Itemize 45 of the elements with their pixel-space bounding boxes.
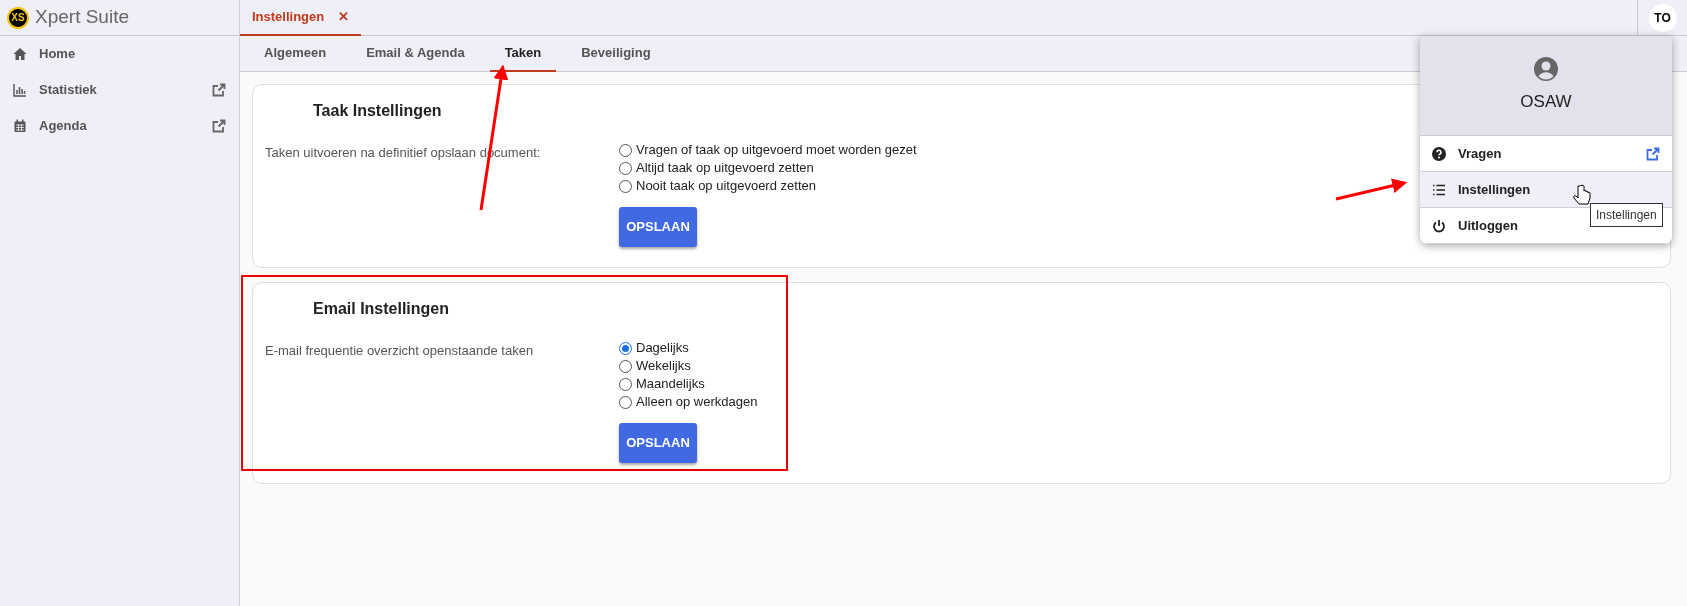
close-button[interactable]: ✕ xyxy=(338,7,350,27)
user-icon xyxy=(1534,56,1558,81)
sidebar-item-label: Statistiek xyxy=(39,81,98,100)
sidebar-item-label: Agenda xyxy=(39,117,88,136)
radio-option[interactable]: Nooit taak op uitgevoerd zetten xyxy=(619,177,917,195)
sidebar-item[interactable]: Agenda xyxy=(0,108,239,144)
external-link-icon[interactable] xyxy=(1646,146,1660,161)
tab[interactable]: Email & Agenda xyxy=(351,36,480,72)
save-button[interactable]: OPSLAAN xyxy=(619,207,697,247)
sidebar-item-label: Home xyxy=(39,45,77,64)
external-link-icon[interactable] xyxy=(212,83,226,97)
radio-option[interactable]: Maandelijks xyxy=(619,375,758,393)
tab-label: Instellingen xyxy=(252,8,325,27)
radio-option[interactable]: Altijd taak op uitgevoerd zetten xyxy=(619,159,917,177)
menu-item-label: Uitloggen xyxy=(1458,216,1518,235)
hand-cursor-icon xyxy=(1573,184,1591,205)
home-icon xyxy=(13,47,27,61)
setting-label: E-mail frequentie overzicht openstaande taken xyxy=(265,342,535,360)
list-icon xyxy=(1432,182,1446,197)
radio-option[interactable]: Wekelijks xyxy=(619,357,758,375)
radio-option[interactable]: Dagelijks xyxy=(619,339,758,357)
menu-item-label: Vragen xyxy=(1458,144,1502,163)
user-avatar[interactable]: TO xyxy=(1648,3,1677,32)
tab[interactable]: Algemeen xyxy=(249,36,342,72)
app-title: Xpert Suite xyxy=(35,5,129,30)
tab[interactable]: Taken xyxy=(489,36,557,72)
calendar-icon xyxy=(13,119,27,133)
logo-icon: XS xyxy=(7,6,29,29)
user-name: OSAW xyxy=(1520,90,1572,113)
tab[interactable]: Beveiliging xyxy=(566,36,666,72)
bar-chart-icon xyxy=(13,83,27,97)
card-title: Email Instellingen xyxy=(313,299,450,319)
external-link-icon[interactable] xyxy=(212,119,226,133)
sidebar-item[interactable]: Statistiek xyxy=(0,72,239,108)
radio-option[interactable]: Vragen of taak op uitgevoerd moet worden gezet xyxy=(619,141,917,159)
power-icon xyxy=(1432,218,1446,233)
tooltip: Instellingen xyxy=(1590,203,1663,227)
save-button[interactable]: OPSLAAN xyxy=(619,423,697,463)
radio-option[interactable]: Alleen op werkdagen xyxy=(619,393,758,411)
menu-item[interactable]: Vragen xyxy=(1420,136,1672,172)
card-title: Taak Instellingen xyxy=(313,101,442,121)
menu-item-label: Instellingen xyxy=(1458,180,1531,199)
sidebar-item[interactable]: Home xyxy=(0,36,239,72)
help-icon xyxy=(1432,146,1446,161)
menu-item[interactable]: Instellingen xyxy=(1420,172,1672,208)
